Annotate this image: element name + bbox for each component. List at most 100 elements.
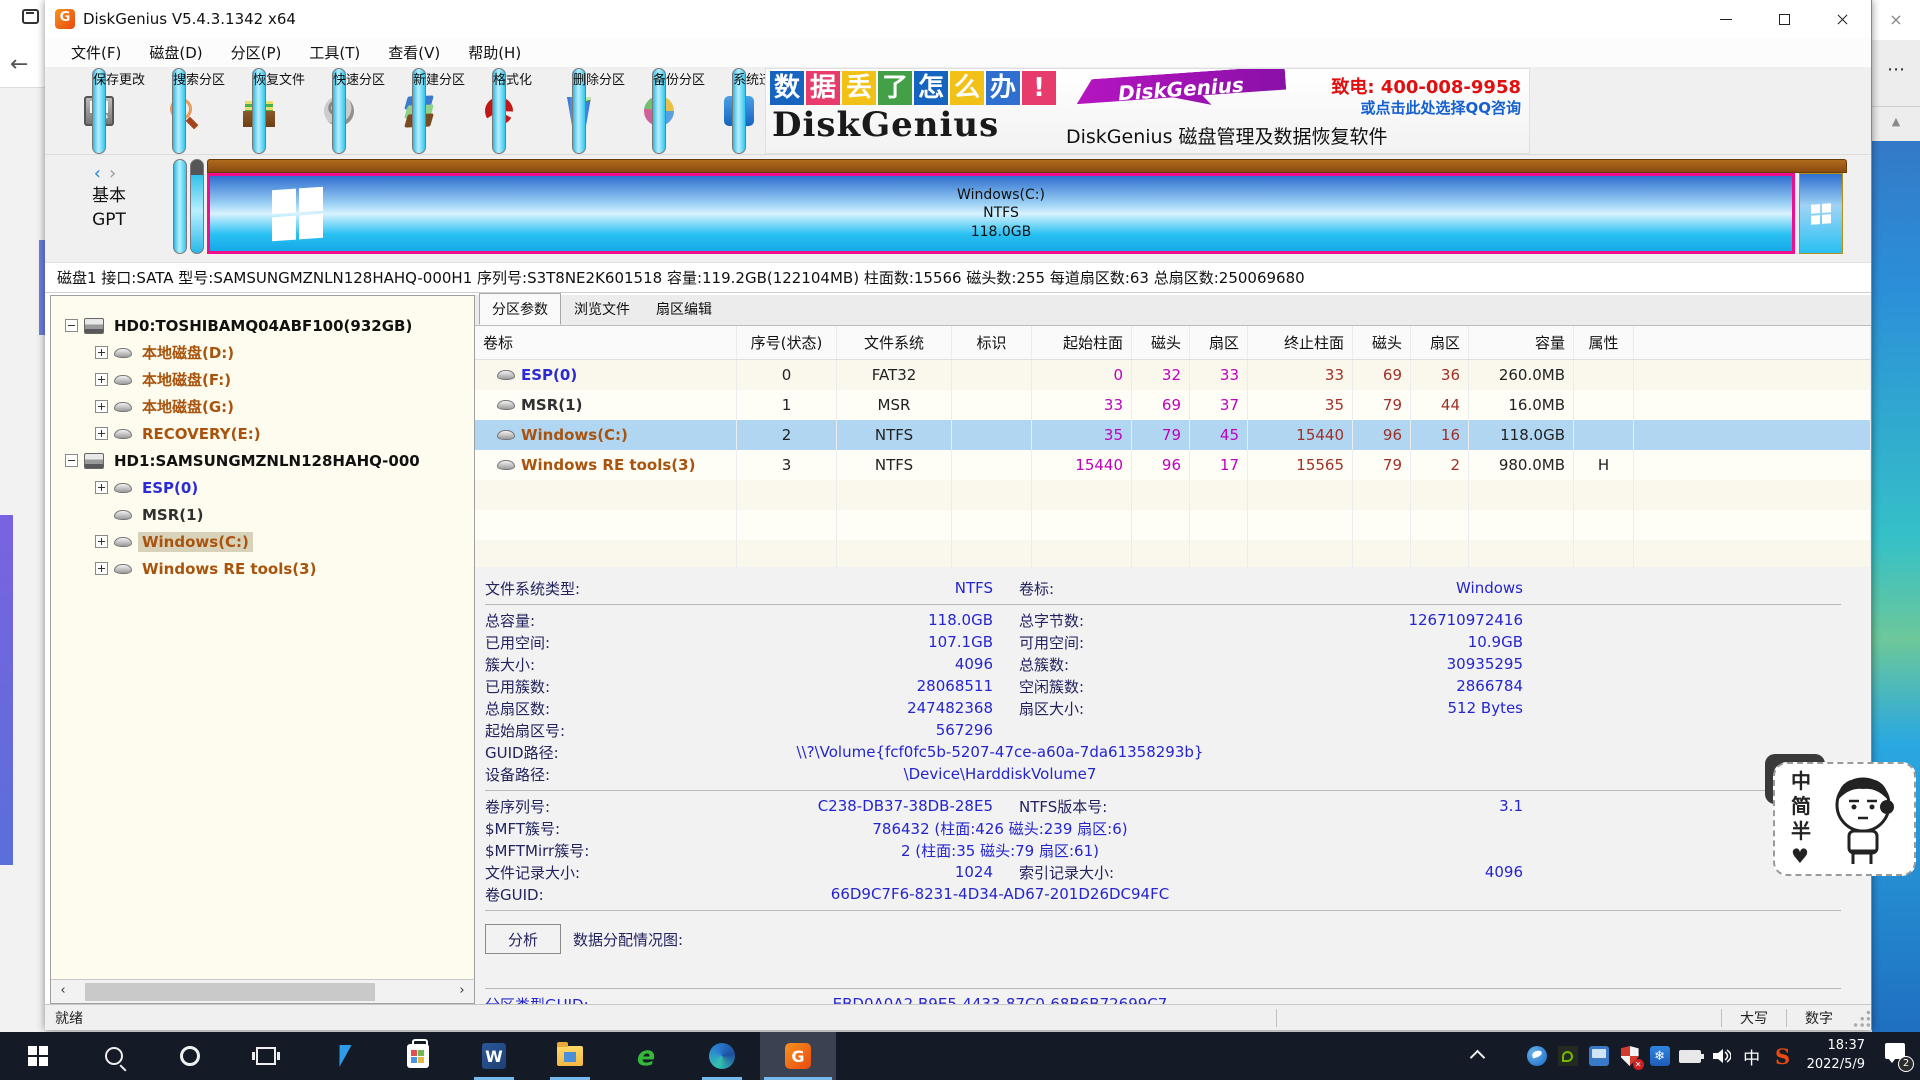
expander-plus-icon[interactable] bbox=[95, 427, 108, 440]
resize-grip[interactable] bbox=[1849, 1005, 1871, 1030]
battery-icon[interactable] bbox=[1679, 1045, 1701, 1067]
scroll-left-arrow[interactable]: ‹ bbox=[51, 980, 75, 1004]
partition-segment-re-tools[interactable] bbox=[1799, 173, 1843, 254]
security-shield-icon[interactable]: ✕ bbox=[1619, 1045, 1641, 1067]
toolbar-new-button[interactable]: 新建分区 bbox=[379, 68, 459, 154]
minimize-button[interactable] bbox=[1697, 0, 1755, 38]
task-view-button[interactable] bbox=[228, 1032, 304, 1080]
word-button[interactable]: W bbox=[456, 1032, 532, 1080]
tab-0[interactable]: 分区参数 bbox=[479, 293, 561, 325]
partition-row-1[interactable]: MSR(1)1MSR33693735794416.0MB bbox=[475, 390, 1871, 420]
messenger-icon[interactable] bbox=[1526, 1045, 1548, 1067]
col-header-0[interactable]: 卷标 bbox=[475, 326, 737, 359]
tree-item-1[interactable]: 本地磁盘(D:) bbox=[51, 339, 474, 366]
remote-pc-icon[interactable] bbox=[1588, 1045, 1610, 1067]
microsoft-store-button[interactable] bbox=[380, 1032, 456, 1080]
empty-row bbox=[475, 540, 1871, 567]
menu-item-3[interactable]: 工具(T) bbox=[295, 39, 374, 66]
col-header-4[interactable]: 起始柱面 bbox=[1032, 326, 1132, 359]
tree-item-7[interactable]: MSR(1) bbox=[51, 501, 474, 528]
tree-item-8[interactable]: Windows(C:) bbox=[51, 528, 474, 555]
partition-row-3[interactable]: Windows RE tools(3)3NTFS1544096171556579… bbox=[475, 450, 1871, 480]
menu-item-0[interactable]: 文件(F) bbox=[57, 39, 135, 66]
start-button[interactable] bbox=[0, 1032, 76, 1080]
tree-item-4[interactable]: RECOVERY(E:) bbox=[51, 420, 474, 447]
detail-row-5: 已用簇数:28068511空闲簇数:2866784 bbox=[485, 675, 1871, 697]
partition-segment-msr[interactable] bbox=[190, 159, 204, 254]
cortana-button[interactable] bbox=[152, 1032, 228, 1080]
ime-cartoon-figure bbox=[1825, 771, 1899, 867]
ad-qq-link[interactable]: 或点击此处选择QQ咨询 bbox=[1360, 97, 1521, 118]
tree-item-2[interactable]: 本地磁盘(F:) bbox=[51, 366, 474, 393]
maximize-button[interactable] bbox=[1755, 0, 1813, 38]
expander-minus-icon[interactable] bbox=[65, 454, 78, 467]
antivirus-check-icon[interactable] bbox=[1495, 1045, 1517, 1067]
notification-center-button[interactable]: 2 bbox=[1882, 1041, 1912, 1071]
snowflake-app-icon[interactable]: ❄ bbox=[1650, 1046, 1670, 1066]
diskgenius-taskbar-button[interactable]: G bbox=[760, 1032, 836, 1080]
toolbar-format-button[interactable]: 格式化 bbox=[459, 68, 539, 154]
nvidia-icon[interactable] bbox=[1557, 1045, 1579, 1067]
close-button[interactable] bbox=[1813, 0, 1871, 38]
volume-icon[interactable] bbox=[1710, 1045, 1732, 1067]
scrollbar-thumb[interactable] bbox=[85, 983, 375, 1001]
menu-item-1[interactable]: 磁盘(D) bbox=[135, 39, 216, 66]
ad-banner[interactable]: 数据丢了怎么办! DiskGenius DiskGenius 致电: 400-0… bbox=[765, 68, 1530, 154]
file-explorer-button[interactable] bbox=[532, 1032, 608, 1080]
menu-item-5[interactable]: 帮助(H) bbox=[454, 39, 535, 66]
toolbar-save-button[interactable]: 保存更改 bbox=[59, 68, 139, 154]
sogou-icon[interactable]: S bbox=[1772, 1045, 1794, 1067]
scroll-right-arrow[interactable]: › bbox=[450, 980, 474, 1004]
col-header-8[interactable]: 磁头 bbox=[1353, 326, 1411, 359]
internet-explorer-button[interactable]: e bbox=[608, 1032, 684, 1080]
col-header-9[interactable]: 扇区 bbox=[1411, 326, 1469, 359]
col-header-6[interactable]: 扇区 bbox=[1190, 326, 1248, 359]
tree-item-5[interactable]: HD1:SAMSUNGMZNLN128HAHQ-000 bbox=[51, 447, 474, 474]
partition-row-2[interactable]: Windows(C:)2NTFS357945154409616118.0GB bbox=[475, 420, 1871, 450]
tree-item-6[interactable]: ESP(0) bbox=[51, 474, 474, 501]
tree-item-3[interactable]: 本地磁盘(G:) bbox=[51, 393, 474, 420]
ime-language-indicator[interactable]: 中 bbox=[1741, 1045, 1763, 1067]
taskbar-clock[interactable]: 18:372022/5/9 bbox=[1803, 1037, 1873, 1075]
col-header-5[interactable]: 磁头 bbox=[1132, 326, 1190, 359]
col-header-3[interactable]: 标识 bbox=[952, 326, 1032, 359]
tree-horizontal-scrollbar[interactable]: ‹ › bbox=[51, 979, 474, 1003]
toolbar-quick-button[interactable]: 快速分区 bbox=[299, 68, 379, 154]
menu-item-4[interactable]: 查看(V) bbox=[374, 39, 454, 66]
col-header-2[interactable]: 文件系统 bbox=[837, 326, 952, 359]
expander-plus-icon[interactable] bbox=[95, 373, 108, 386]
cell-3-0: 3 bbox=[737, 450, 837, 480]
partition-segment-windows-c[interactable]: Windows(C:) NTFS 118.0GB bbox=[207, 173, 1795, 254]
analyze-button[interactable]: 分析 bbox=[485, 924, 561, 954]
tree-item-0[interactable]: HD0:TOSHIBAMQ04ABF100(932GB) bbox=[51, 312, 474, 339]
thunder-app-button[interactable] bbox=[304, 1032, 380, 1080]
col-header-7[interactable]: 终止柱面 bbox=[1248, 326, 1353, 359]
toolbar-search-button[interactable]: 搜索分区 bbox=[139, 68, 219, 154]
next-disk-arrow[interactable]: › bbox=[109, 163, 124, 184]
tab-1[interactable]: 浏览文件 bbox=[561, 293, 643, 325]
edge-button[interactable] bbox=[684, 1032, 760, 1080]
expander-plus-icon[interactable] bbox=[95, 535, 108, 548]
detail-value: 2866784 bbox=[1229, 677, 1523, 695]
prev-disk-arrow[interactable]: ‹ bbox=[94, 163, 109, 184]
search-icon bbox=[105, 1047, 123, 1065]
expander-plus-icon[interactable] bbox=[95, 562, 108, 575]
tab-2[interactable]: 扇区编辑 bbox=[643, 293, 725, 325]
toolbar-delete-button[interactable]: 删除分区 bbox=[539, 68, 619, 154]
tree-item-9[interactable]: Windows RE tools(3) bbox=[51, 555, 474, 582]
toolbar-recover-button[interactable]: 恢复文件 bbox=[219, 68, 299, 154]
ime-floating-panel[interactable]: 中简半♥ bbox=[1773, 762, 1916, 876]
expander-plus-icon[interactable] bbox=[95, 481, 108, 494]
menu-item-2[interactable]: 分区(P) bbox=[217, 39, 296, 66]
col-header-1[interactable]: 序号(状态) bbox=[737, 326, 837, 359]
tray-expand-chevron-icon[interactable] bbox=[1470, 1048, 1486, 1064]
taskbar-search-button[interactable] bbox=[76, 1032, 152, 1080]
expander-plus-icon[interactable] bbox=[95, 400, 108, 413]
col-header-11[interactable]: 属性 bbox=[1574, 326, 1634, 359]
expander-plus-icon[interactable] bbox=[95, 346, 108, 359]
expander-minus-icon[interactable] bbox=[65, 319, 78, 332]
partition-segment-esp[interactable] bbox=[173, 159, 187, 254]
col-header-10[interactable]: 容量 bbox=[1469, 326, 1574, 359]
toolbar-backup-button[interactable]: 备份分区 bbox=[619, 68, 699, 154]
partition-row-0[interactable]: ESP(0)0FAT3203233336936260.0MB bbox=[475, 360, 1871, 390]
